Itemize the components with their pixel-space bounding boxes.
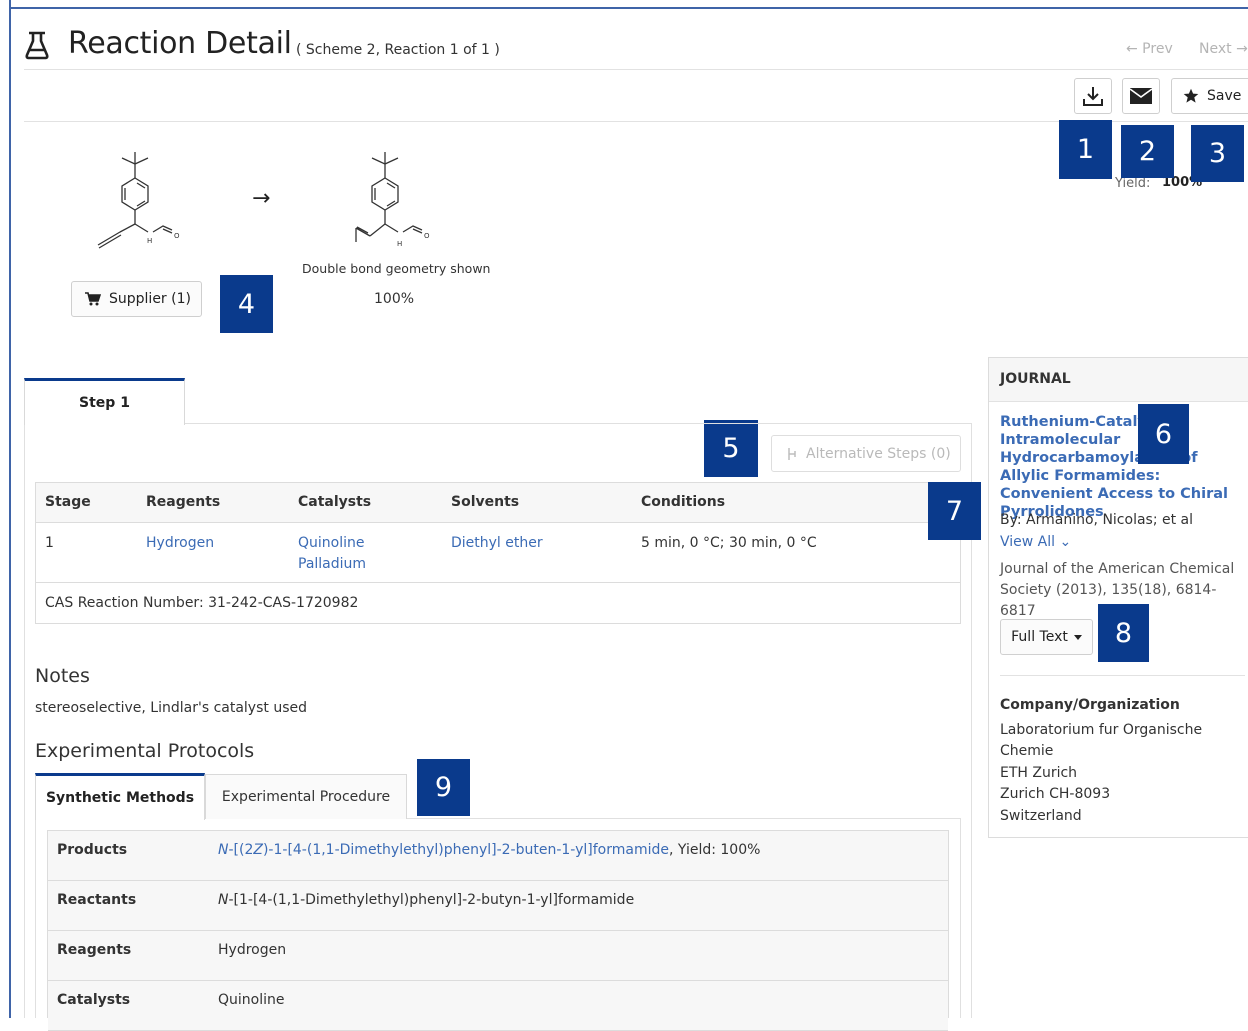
svg-text:O: O	[424, 232, 430, 240]
cart-icon	[85, 292, 101, 306]
page-title: Reaction Detail	[68, 26, 292, 61]
catalysts-label: Catalysts	[57, 992, 131, 1008]
header-conditions: Conditions	[641, 494, 726, 510]
annotation-badge-3: 3	[1191, 125, 1244, 182]
product-yield-text: , Yield: 100%	[669, 842, 761, 858]
journal-heading: JOURNAL	[1000, 371, 1071, 387]
download-button[interactable]	[1074, 78, 1112, 114]
tab-synthetic-methods[interactable]: Synthetic Methods	[35, 773, 205, 820]
journal-authors: By: Armanino, Nicolas; et al	[1000, 512, 1194, 528]
caret-down-icon	[1073, 634, 1082, 640]
tab-experimental-procedure[interactable]: Experimental Procedure	[205, 774, 407, 819]
annotation-badge-1: 1	[1059, 120, 1112, 179]
table-row: 1 Hydrogen Quinoline Palladium Diethyl e…	[36, 523, 960, 583]
table-row: Catalysts Quinoline	[48, 981, 948, 1031]
journal-article-title-link[interactable]: Ruthenium-Catalyzed Intramolecular Hydro…	[1000, 413, 1245, 521]
save-button[interactable]: Save	[1171, 78, 1248, 114]
svg-text:H: H	[397, 240, 402, 248]
reaction-conditions-table: Stage Reagents Catalysts Solvents Condit…	[35, 482, 961, 624]
table-header: Stage Reagents Catalysts Solvents Condit…	[36, 483, 960, 523]
header-stage: Stage	[45, 494, 91, 510]
branch-icon	[788, 447, 796, 460]
experimental-protocols-heading: Experimental Protocols	[35, 740, 255, 762]
synthetic-methods-table: Products N-[(2Z)-1-[4-(1,1-Dimethylethyl…	[47, 830, 949, 1031]
header-catalysts: Catalysts	[298, 494, 372, 510]
flask-icon	[25, 31, 49, 60]
reactants-label: Reactants	[57, 892, 137, 908]
view-all-authors-link[interactable]: View All ⌄	[1000, 534, 1071, 550]
table-row: Reagents Hydrogen	[48, 931, 948, 981]
products-value: N-[(2Z)-1-[4-(1,1-Dimethylethyl)phenyl]-…	[218, 842, 760, 858]
table-row: Products N-[(2Z)-1-[4-(1,1-Dimethylethyl…	[48, 831, 948, 881]
journal-header: JOURNAL	[989, 358, 1248, 402]
product-link[interactable]: N-[(2Z)-1-[4-(1,1-Dimethylethyl)phenyl]-…	[218, 842, 669, 858]
header-reagents: Reagents	[146, 494, 221, 510]
product-name-a: -[(2	[228, 842, 254, 858]
product-structure[interactable]: H O	[340, 148, 450, 263]
reactant-structure[interactable]: H O	[90, 148, 200, 263]
header-solvents: Solvents	[451, 494, 520, 510]
star-icon	[1183, 88, 1199, 103]
italic-n: N	[218, 892, 229, 908]
conditions-cell: 5 min, 0 °C; 30 min, 0 °C	[641, 535, 817, 551]
notes-heading: Notes	[35, 665, 90, 687]
cas-reaction-number: CAS Reaction Number: 31-242-CAS-1720982	[45, 595, 359, 611]
organization-line: Chemie	[1000, 743, 1054, 759]
alternative-steps-label: Alternative Steps (0)	[806, 445, 951, 462]
reaction-arrow: →	[252, 186, 271, 211]
next-link[interactable]: Next →	[1199, 41, 1248, 57]
catalyst-link-quinoline[interactable]: Quinoline	[298, 533, 365, 554]
catalyst-link-palladium[interactable]: Palladium	[298, 554, 366, 575]
svg-text:H: H	[147, 237, 152, 245]
organization-line: Zurich CH-8093	[1000, 786, 1111, 802]
full-text-button[interactable]: Full Text	[1000, 619, 1093, 655]
annotation-badge-7: 7	[928, 482, 981, 540]
organization-line: ETH Zurich	[1000, 765, 1078, 781]
page-subtitle: ( Scheme 2, Reaction 1 of 1 )	[296, 42, 500, 58]
double-bond-note: Double bond geometry shown	[302, 261, 491, 276]
full-text-label: Full Text	[1011, 629, 1068, 645]
product-name-b: )-1-[4-(1,1-Dimethylethyl)phenyl]-2-bute…	[262, 842, 669, 858]
supplier-label: Supplier (1)	[109, 291, 191, 307]
save-label: Save	[1207, 88, 1242, 104]
journal-panel: JOURNAL Ruthenium-Catalyzed Intramolecul…	[988, 357, 1248, 838]
reactant-link[interactable]: N-[1-[4-(1,1-Dimethylethyl)phenyl]-2-but…	[218, 892, 634, 908]
download-icon	[1083, 87, 1103, 106]
organization-line: Laboratorium fur Organische	[1000, 722, 1203, 738]
catalyst-link[interactable]: Quinoline	[218, 992, 285, 1008]
italic-z: Z	[253, 842, 263, 858]
reagent-link-hydrogen[interactable]: Hydrogen	[146, 533, 214, 554]
italic-n: N	[218, 842, 229, 858]
annotation-badge-2: 2	[1121, 125, 1174, 178]
reagent-link[interactable]: Hydrogen	[218, 942, 286, 958]
stage-cell: 1	[45, 535, 54, 551]
frame-left-border	[9, 0, 11, 1018]
frame-top-border	[9, 7, 1248, 9]
email-button[interactable]	[1122, 78, 1160, 114]
supplier-button[interactable]: Supplier (1)	[71, 281, 202, 317]
reactant-name: -[1-[4-(1,1-Dimethylethyl)phenyl]-2-buty…	[228, 892, 635, 908]
notes-text: stereoselective, Lindlar's catalyst used	[35, 700, 307, 716]
solvent-link-diethyl-ether[interactable]: Diethyl ether	[451, 533, 543, 554]
product-yield: 100%	[374, 291, 415, 307]
organization-heading: Company/Organization	[1000, 697, 1180, 713]
annotation-badge-9: 9	[417, 759, 470, 816]
annotation-badge-8: 8	[1098, 604, 1149, 662]
envelope-icon	[1129, 88, 1153, 104]
journal-divider	[1000, 675, 1245, 676]
svg-text:O: O	[174, 232, 180, 240]
products-label: Products	[57, 842, 128, 858]
annotation-badge-6: 6	[1138, 404, 1189, 464]
organization-line: Switzerland	[1000, 808, 1082, 824]
tab-step-1[interactable]: Step 1	[24, 378, 185, 425]
table-row: Reactants N-[1-[4-(1,1-Dimethylethyl)phe…	[48, 881, 948, 931]
header-divider	[24, 69, 1248, 70]
reagents-label: Reagents	[57, 942, 132, 958]
alternative-steps-button[interactable]: Alternative Steps (0)	[771, 435, 961, 472]
prev-link[interactable]: ← Prev	[1126, 41, 1173, 57]
annotation-badge-4: 4	[220, 275, 273, 333]
yield-label: Yield:	[1115, 176, 1151, 191]
